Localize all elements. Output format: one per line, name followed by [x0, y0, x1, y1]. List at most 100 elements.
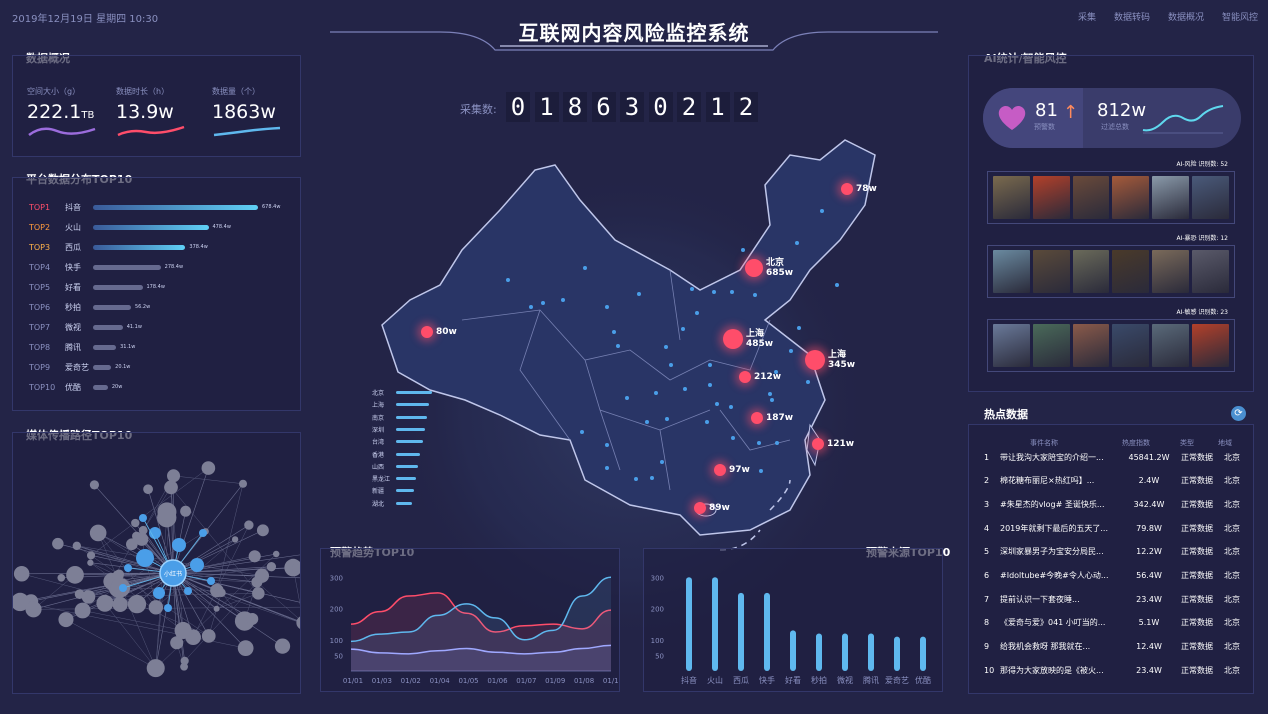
refresh-icon[interactable]: ⟳ — [1231, 406, 1246, 421]
ai-photo[interactable] — [1152, 324, 1190, 367]
ai-photo[interactable] — [993, 176, 1030, 219]
city-label: 上海 345w — [828, 350, 855, 370]
city-marker[interactable] — [812, 438, 824, 450]
city-value: 212w — [754, 372, 782, 382]
platform-value: 178.4w — [146, 284, 165, 290]
ai-photo[interactable] — [993, 250, 1030, 293]
platform-row: TOP6 秒拍 56.2w — [29, 300, 150, 314]
city-marker[interactable] — [745, 259, 763, 277]
source-chart: 300 200 100 50 抖音 火山 西瓜 快手 好看 秒拍 微视 腾讯 爱奇艺 优酷 — [651, 574, 931, 685]
legend-bar — [396, 489, 414, 493]
hot-name: 提前认识一下套夜睡... — [1000, 594, 1080, 604]
platform-row: TOP5 好看 178.4w — [29, 280, 165, 294]
ai-photo[interactable] — [1192, 324, 1229, 367]
rank-label: TOP2 — [29, 222, 51, 232]
city-label: 上海 485w — [746, 329, 773, 349]
hot-row[interactable]: 9 给我机会救呀 那我就在... 12.4W 正常数据 北京 — [984, 640, 1240, 654]
city-marker[interactable] — [714, 464, 726, 476]
warn-value: 81 — [1035, 100, 1058, 121]
city-marker[interactable] — [739, 371, 751, 383]
source-bar — [738, 592, 744, 671]
hot-row[interactable]: 8 《爱奇与爱》041 小叮当的... 5.1W 正常数据 北京 — [984, 616, 1240, 630]
legend-bar — [396, 477, 417, 481]
hot-row[interactable]: 1 带让我沟大家陪宝的介绍一... 45841.2W 正常数据 北京 — [984, 450, 1240, 464]
platform-bar — [93, 204, 258, 210]
source-xtick: 微视 — [837, 675, 853, 685]
hot-region: 北京 — [1224, 618, 1240, 628]
ai-photo[interactable] — [1032, 324, 1070, 367]
city-marker[interactable] — [751, 412, 763, 424]
hot-row[interactable]: 2 棉花糖布丽尼×热红吗】... 2.4W 正常数据 北京 — [984, 474, 1240, 488]
source-xtick: 抖音 — [681, 675, 697, 685]
network-node — [246, 613, 259, 625]
ai-photo[interactable] — [1112, 250, 1150, 293]
city-label: 97w — [729, 465, 750, 475]
network-node — [190, 558, 204, 572]
city-marker[interactable] — [694, 502, 706, 514]
hot-type: 正常数据 — [1181, 594, 1213, 604]
network-node — [148, 600, 164, 615]
map-dot — [625, 396, 629, 400]
network-link — [82, 610, 184, 631]
hot-heat: 12.2W — [1136, 547, 1162, 557]
network-node — [89, 524, 107, 542]
ai-photo[interactable] — [1152, 176, 1190, 219]
source-bar — [764, 592, 770, 671]
map-dot — [664, 345, 668, 349]
network-node — [237, 640, 254, 657]
hot-row[interactable]: 3 #朱星杰的vlog# 圣诞快乐... 342.4W 正常数据 北京 — [984, 497, 1240, 511]
hot-row[interactable]: 10 那得为大家放映的是《被火... 23.4W 正常数据 北京 — [984, 663, 1240, 677]
city-marker[interactable] — [805, 350, 825, 370]
platform-panel: TOP1 抖音 678.4w TOP2 火山 478.4w TOP3 西瓜 378.4w TOP4… — [12, 177, 301, 411]
nav-collect[interactable]: 采集 — [1078, 10, 1096, 23]
hot-no: 6 — [984, 571, 990, 580]
legend-name: 湖北 — [372, 500, 385, 508]
ai-photo[interactable] — [1072, 250, 1110, 293]
source-bar — [790, 630, 796, 671]
ai-photo[interactable] — [1072, 324, 1110, 367]
hot-region: 北京 — [1224, 547, 1240, 557]
ai-photo[interactable] — [993, 324, 1030, 367]
legend-row: 台湾 — [372, 437, 423, 446]
ai-photo-strip — [987, 319, 1235, 372]
source-xtick: 火山 — [707, 675, 723, 685]
map-dot — [741, 248, 745, 252]
city-label: 78w — [856, 184, 877, 194]
rank-label: TOP5 — [29, 282, 51, 292]
city-value: 97w — [729, 465, 750, 475]
nav-transcode[interactable]: 数据转码 — [1114, 10, 1150, 23]
network-node — [25, 601, 42, 618]
network-node — [248, 550, 261, 563]
map-dot — [806, 380, 810, 384]
city-marker[interactable] — [841, 183, 853, 195]
network-node — [146, 659, 165, 678]
ai-photo[interactable] — [1192, 176, 1229, 219]
platform-bar — [93, 384, 108, 390]
ai-photo[interactable] — [1112, 176, 1150, 219]
city-marker[interactable] — [421, 326, 433, 338]
hot-name: 带让我沟大家陪宝的介绍一... — [1000, 452, 1104, 462]
ai-photo[interactable] — [1152, 250, 1190, 293]
map-dot — [683, 387, 687, 391]
hot-row[interactable]: 4 2019年就剩下最后的五天了... 79.8W 正常数据 北京 — [984, 521, 1240, 535]
ai-photo[interactable] — [1112, 324, 1150, 367]
ai-photo[interactable] — [1032, 250, 1070, 293]
city-name: 上海 — [746, 329, 765, 339]
source-xtick: 西瓜 — [733, 676, 749, 685]
network-node — [81, 590, 96, 604]
hot-heat: 56.4W — [1136, 571, 1162, 580]
map-dot — [665, 417, 669, 421]
source-ytick: 200 — [651, 606, 664, 614]
hot-row[interactable]: 6 #Idoltube#今晚#令人心动... 56.4W 正常数据 北京 — [984, 569, 1240, 583]
ai-photo[interactable] — [1192, 250, 1229, 293]
nav-overview[interactable]: 数据概况 — [1168, 10, 1204, 23]
hot-row[interactable]: 5 深圳家暴男子为宝安分局民... 12.2W 正常数据 北京 — [984, 545, 1240, 559]
nav-risk[interactable]: 智能风控 — [1222, 10, 1258, 23]
source-bar — [686, 577, 692, 671]
platform-name: 西瓜 — [65, 242, 81, 252]
city-marker[interactable] — [723, 329, 743, 349]
hot-row[interactable]: 7 提前认识一下套夜睡... 23.4W 正常数据 北京 — [984, 592, 1240, 606]
hot-header-type: 类型 — [1180, 439, 1194, 447]
ai-photo[interactable] — [1072, 176, 1110, 219]
ai-photo[interactable] — [1032, 176, 1070, 219]
